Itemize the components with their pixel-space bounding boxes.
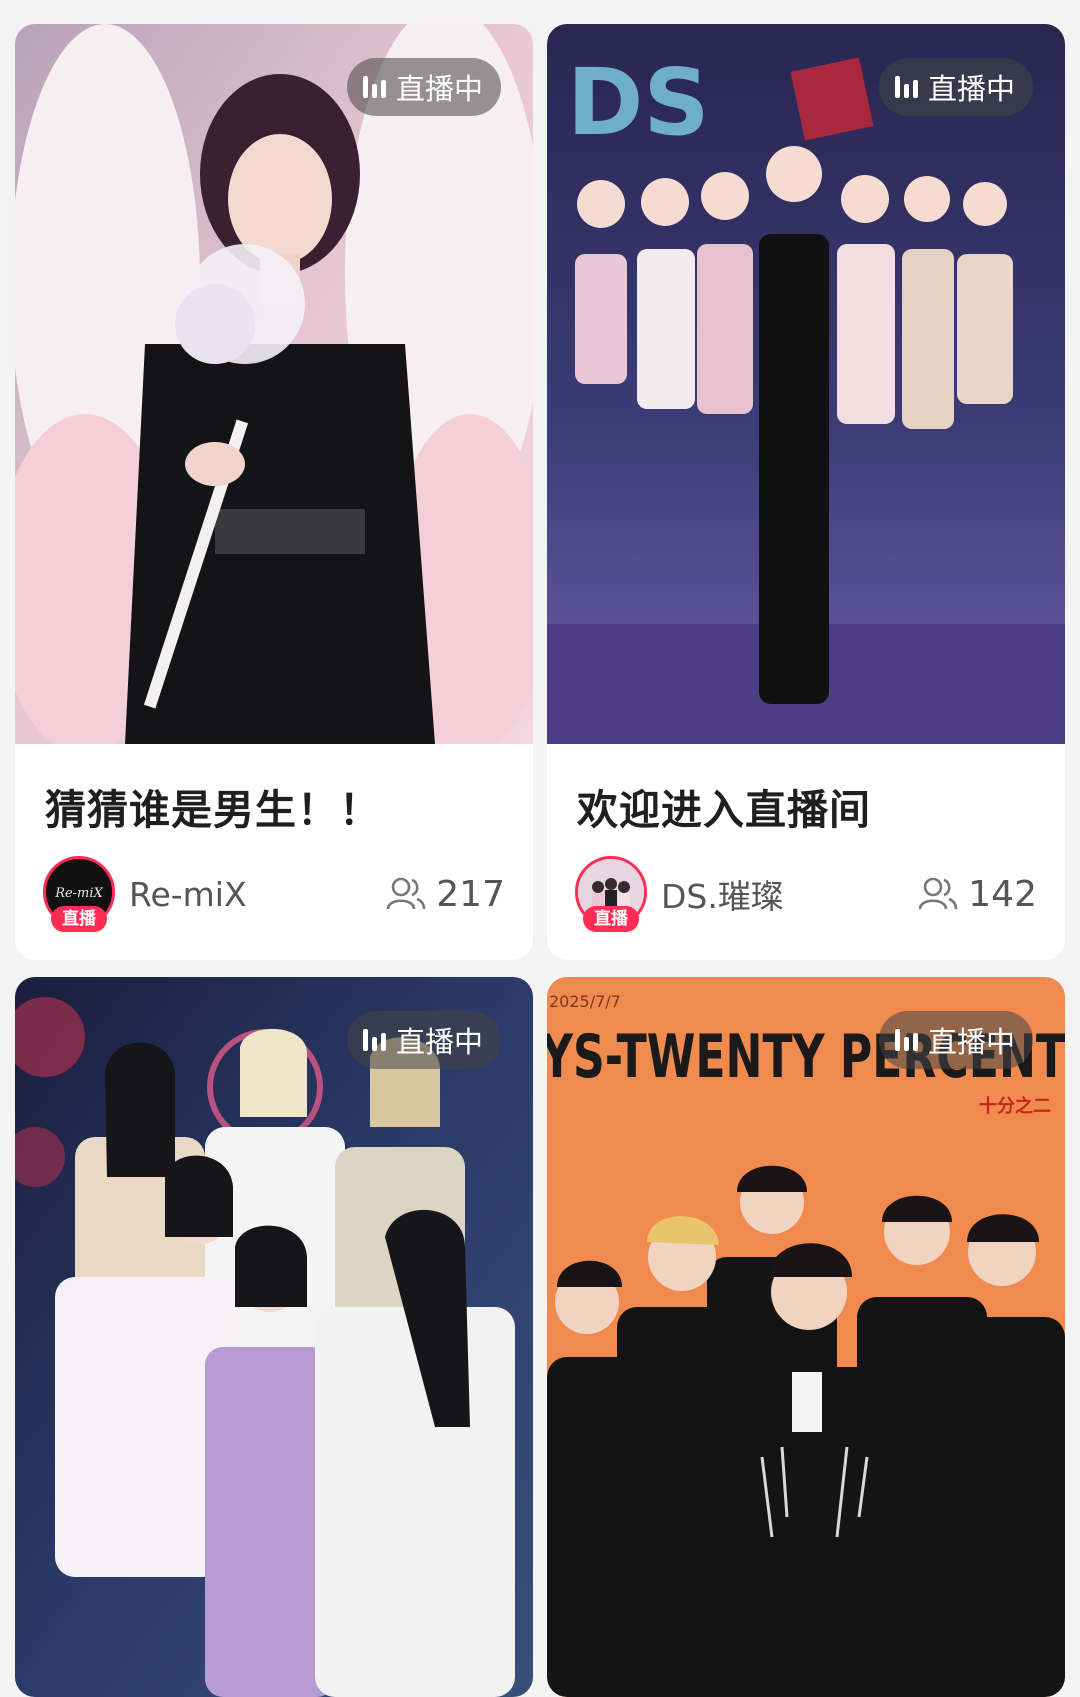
- live-bars-icon: [362, 1029, 386, 1051]
- viewer-count: 217: [386, 874, 505, 915]
- svg-text:DS: DS: [567, 49, 710, 156]
- stream-meta: 直播 DS.璀璨 142: [575, 856, 1037, 932]
- avatar-live-badge: 直播: [51, 906, 107, 932]
- svg-text:十分之二: 十分之二: [979, 1095, 1051, 1117]
- live-bars-icon: [894, 76, 918, 98]
- live-status-badge: 直播中: [346, 58, 501, 116]
- svg-text:Re-miX: Re-miX: [54, 886, 103, 901]
- stream-card[interactable]: DS 直播中 欢迎进入直播间 直播 DS.璀璨 142: [547, 24, 1065, 960]
- stream-cover-image[interactable]: 2025/7/7 YS-TWENTY PERCENT 十分之二: [547, 977, 1065, 1697]
- viewer-count: 142: [918, 874, 1037, 915]
- live-status-badge: 直播中: [346, 1011, 501, 1069]
- live-bars-icon: [894, 1029, 918, 1051]
- stream-card[interactable]: 直播中: [15, 977, 533, 1697]
- stream-cover-image[interactable]: [15, 977, 533, 1697]
- live-status-badge: 直播中: [878, 1011, 1033, 1069]
- stream-meta: Re-miX 直播 Re-miX 217: [43, 856, 505, 932]
- stream-cover-image[interactable]: [15, 24, 533, 744]
- avatar-live-badge: 直播: [583, 906, 639, 932]
- people-icon: [918, 876, 958, 912]
- live-bars-icon: [362, 76, 386, 98]
- live-status-badge: 直播中: [878, 58, 1033, 116]
- stream-title[interactable]: 欢迎进入直播间: [577, 776, 871, 836]
- streamer-name[interactable]: DS.璀璨: [661, 870, 918, 918]
- stream-cover-image[interactable]: DS: [547, 24, 1065, 744]
- live-stream-feed: 直播中 猜猜谁是男生！！ Re-miX 直播 Re-miX 217 DS 直播中…: [0, 0, 1080, 1697]
- people-icon: [386, 876, 426, 912]
- stream-card[interactable]: 2025/7/7 YS-TWENTY PERCENT 十分之二 直播中: [547, 977, 1065, 1697]
- streamer-name[interactable]: Re-miX: [129, 875, 386, 914]
- stream-title[interactable]: 猜猜谁是男生！！: [45, 776, 381, 836]
- svg-text:2025/7/7: 2025/7/7: [549, 992, 621, 1011]
- streamer-avatar[interactable]: Re-miX 直播: [43, 856, 115, 932]
- streamer-avatar[interactable]: 直播: [575, 856, 647, 932]
- stream-card[interactable]: 直播中 猜猜谁是男生！！ Re-miX 直播 Re-miX 217: [15, 24, 533, 960]
